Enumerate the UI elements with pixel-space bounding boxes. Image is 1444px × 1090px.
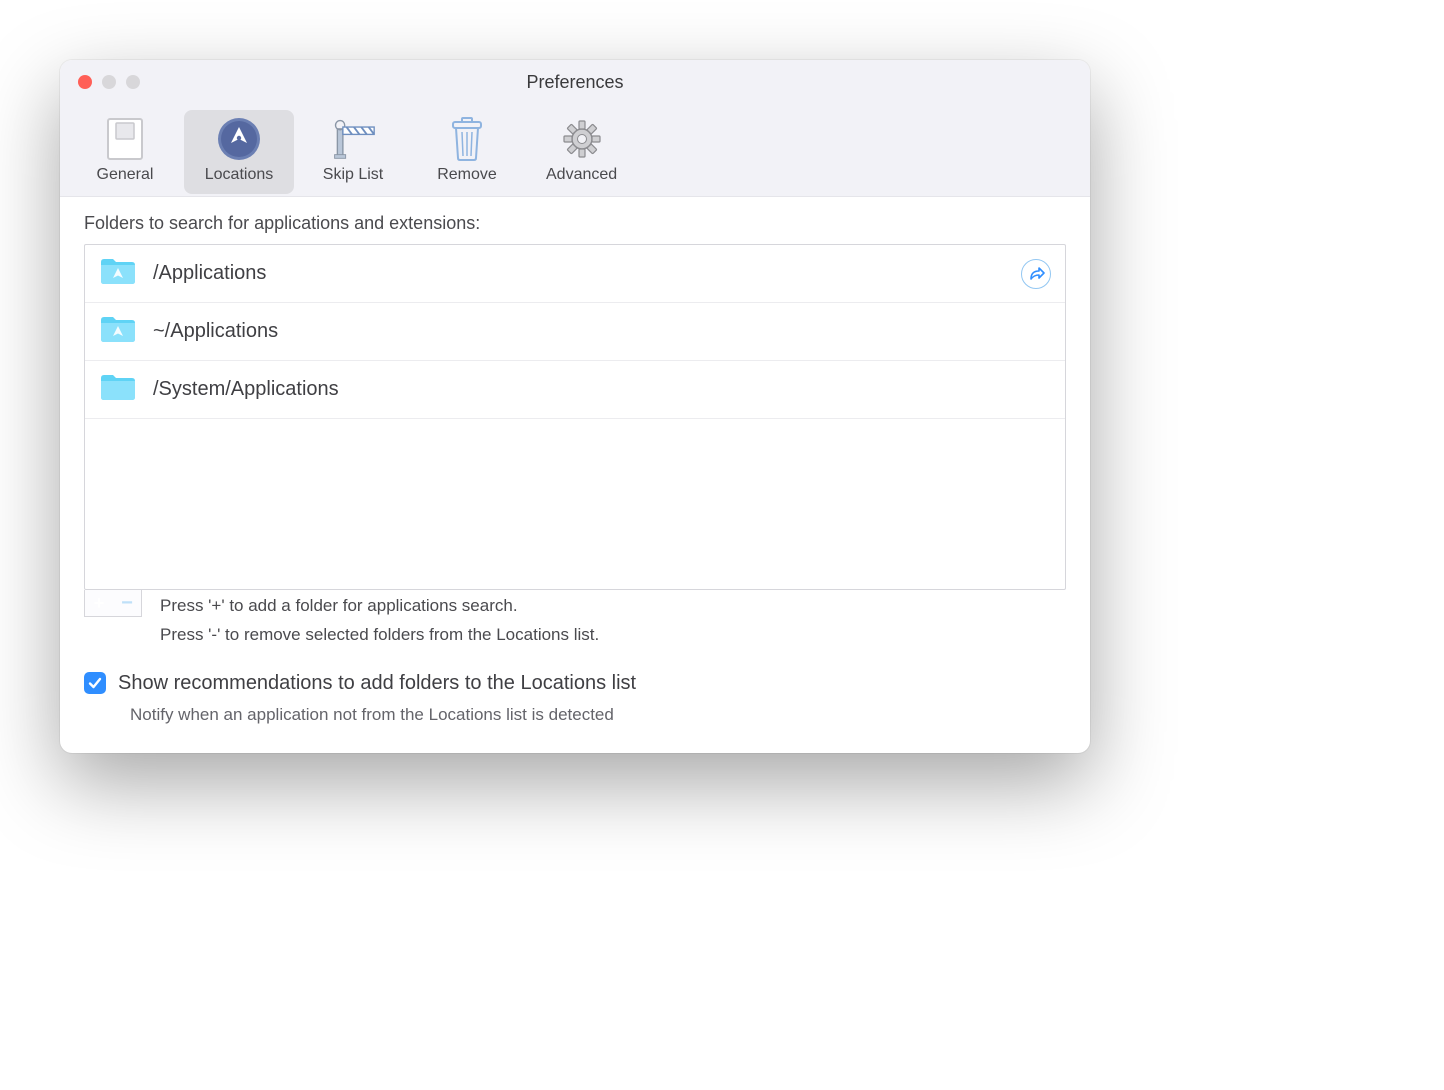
apps-folder-icon	[99, 314, 137, 349]
window-controls	[60, 75, 140, 89]
show-recommendations-label: Show recommendations to add folders to t…	[118, 672, 636, 695]
preferences-window: Preferences General Locations	[60, 60, 1090, 753]
minimize-window-button[interactable]	[102, 75, 116, 89]
apps-folder-icon	[99, 256, 137, 291]
trash-icon	[444, 116, 490, 162]
tab-skiplist[interactable]: Skip List	[298, 110, 408, 194]
show-recommendations-sublabel: Notify when an application not from the …	[130, 705, 1066, 725]
tab-locations[interactable]: Locations	[184, 110, 294, 194]
switch-icon	[102, 116, 148, 162]
close-window-button[interactable]	[78, 75, 92, 89]
hints: Press '+' to add a folder for applicatio…	[142, 590, 599, 650]
show-recommendations-row: Show recommendations to add folders to t…	[84, 672, 1066, 695]
tab-general-label: General	[97, 166, 154, 184]
plus-icon: +	[94, 594, 105, 612]
add-remove-controls: + −	[84, 590, 142, 617]
remove-folder-button[interactable]: −	[113, 590, 141, 616]
window-title: Preferences	[60, 72, 1090, 93]
gear-icon	[559, 116, 605, 162]
folder-path: /System/Applications	[153, 378, 1051, 401]
tab-locations-label: Locations	[205, 166, 274, 184]
folder-row[interactable]: /System/Applications	[85, 361, 1065, 419]
titlebar: Preferences	[60, 60, 1090, 104]
barrier-icon	[330, 116, 376, 162]
hint-remove: Press '-' to remove selected folders fro…	[160, 621, 599, 650]
add-folder-button[interactable]: +	[85, 590, 113, 616]
folders-label: Folders to search for applications and e…	[84, 213, 1066, 234]
preferences-toolbar: General Locations	[60, 104, 1090, 197]
folder-icon	[99, 372, 137, 407]
folder-path: /Applications	[153, 262, 1021, 285]
tab-advanced[interactable]: Advanced	[526, 110, 637, 194]
hint-add: Press '+' to add a folder for applicatio…	[160, 592, 599, 621]
tab-remove[interactable]: Remove	[412, 110, 522, 194]
folder-path: ~/Applications	[153, 320, 1051, 343]
content-area: Folders to search for applications and e…	[60, 197, 1090, 753]
folder-row[interactable]: ~/Applications	[85, 303, 1065, 361]
locations-icon	[216, 116, 262, 162]
reveal-in-finder-button[interactable]	[1021, 259, 1051, 289]
show-recommendations-checkbox[interactable]	[84, 672, 106, 694]
tab-skiplist-label: Skip List	[323, 166, 383, 184]
tab-advanced-label: Advanced	[546, 166, 617, 184]
folder-list[interactable]: /Applications ~/Applications	[84, 244, 1066, 590]
folder-row[interactable]: /Applications	[85, 245, 1065, 303]
tab-general[interactable]: General	[70, 110, 180, 194]
zoom-window-button[interactable]	[126, 75, 140, 89]
minus-icon: −	[121, 593, 133, 613]
tab-remove-label: Remove	[437, 166, 497, 184]
